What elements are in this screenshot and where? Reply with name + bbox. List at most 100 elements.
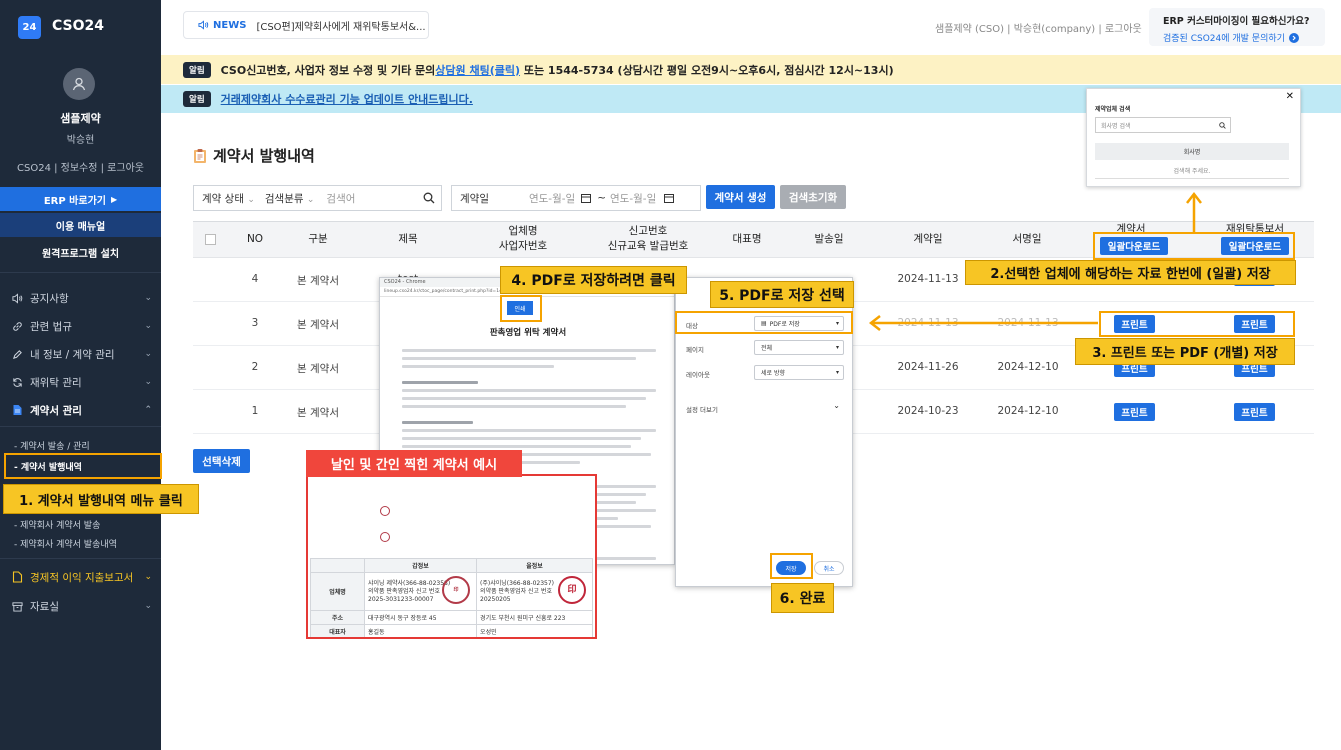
row-contract-date: 2024-11-26 bbox=[897, 361, 959, 373]
erp-promo[interactable]: ERP 커스터마이징이 필요하신가요? 검증된 CSO24에 개발 문의하기 bbox=[1149, 8, 1325, 46]
row-contract-date: 2024-10-23 bbox=[897, 405, 959, 417]
doc-text-line bbox=[402, 445, 631, 448]
popup-empty: 검색해 주세요. bbox=[1095, 166, 1289, 179]
highlight-save-box bbox=[770, 553, 813, 579]
chevron-down-icon[interactable]: ⌄ bbox=[833, 401, 840, 410]
layout-value: 세로 방향 bbox=[761, 370, 785, 377]
status-select-label: 계약 상태 bbox=[202, 192, 244, 205]
submenu-pharma-history[interactable]: - 제약회사 계약서 발송내역 bbox=[14, 537, 117, 550]
doc-text-line bbox=[402, 437, 641, 440]
erp-shortcut-button[interactable]: ERP 바로가기 ▶ bbox=[0, 187, 161, 211]
date-to-input[interactable]: 연도-월-일 bbox=[610, 191, 656, 206]
highlight-print-box bbox=[1099, 311, 1295, 337]
row-type: 본 계약서 bbox=[297, 363, 339, 375]
clipboard-icon bbox=[193, 148, 207, 164]
signed-contract-example: 갑정보 을정보 업체명 샤이닝 제약사(366-88-02358) 의약품 판촉영업… bbox=[306, 474, 597, 639]
logo-text[interactable]: CSO24 bbox=[52, 18, 104, 34]
sidebar-links[interactable]: CSO24 | 정보수정 | 로그아웃 bbox=[0, 159, 161, 174]
seal-stamp bbox=[380, 506, 390, 516]
reset-search-button[interactable]: 검색초기화 bbox=[780, 185, 846, 209]
print-contract-button[interactable]: 프린트 bbox=[1114, 403, 1155, 421]
user-name: 박승현 bbox=[66, 135, 95, 146]
arrow-circle-icon bbox=[1288, 32, 1299, 43]
category-select[interactable]: 검색분류 ⌄ bbox=[265, 191, 315, 206]
manual-button[interactable]: 이용 매뉴얼 bbox=[0, 213, 161, 237]
layout-select[interactable]: 세로 방향 ▾ bbox=[754, 365, 844, 380]
menu-reconsign[interactable]: 재위탁 관리 ⌄ bbox=[10, 372, 152, 392]
col-company: 업체명 사업자번호 bbox=[493, 224, 553, 254]
arrow-left-icon bbox=[868, 315, 1098, 331]
notice-tag: 알림 bbox=[183, 61, 211, 78]
notice-banner: 알림 CSO신고번호, 사업자 정보 수정 및 기타 문의 상담원 채팅(클릭)… bbox=[161, 55, 1341, 84]
col-company-1: 업체명 bbox=[508, 225, 538, 237]
more-settings[interactable]: 설정 더보기 bbox=[686, 404, 718, 414]
col-title: 제목 bbox=[398, 233, 418, 245]
callout-5: 5. PDF로 저장 선택 bbox=[710, 281, 854, 308]
print-reconsign-button[interactable]: 프린트 bbox=[1234, 403, 1275, 421]
chat-link[interactable]: 상담원 채팅(클릭) bbox=[435, 62, 520, 78]
menu-label: 관련 법규 bbox=[30, 320, 72, 333]
menu-my-info[interactable]: 내 정보 / 계약 관리 ⌄ bbox=[10, 344, 152, 364]
divider bbox=[0, 426, 161, 427]
search-icon[interactable] bbox=[1219, 121, 1226, 129]
menu-contract[interactable]: 계약서 관리 ⌃ bbox=[10, 400, 152, 420]
submenu-pharma-send[interactable]: - 제약회사 계약서 발송 bbox=[14, 518, 100, 531]
menu-notice[interactable]: 공지사항 ⌄ bbox=[10, 288, 152, 308]
menu-law[interactable]: 관련 법규 ⌄ bbox=[10, 316, 152, 336]
search-icon[interactable] bbox=[423, 192, 435, 204]
row-no: 1 bbox=[251, 405, 259, 417]
doc-text-line bbox=[402, 389, 656, 392]
highlight-menu-box bbox=[4, 453, 162, 479]
calendar-icon[interactable] bbox=[664, 193, 675, 203]
delete-selected-button[interactable]: 선택삭제 bbox=[193, 449, 250, 473]
calendar-icon[interactable] bbox=[581, 193, 592, 203]
caret-down-icon: ▾ bbox=[835, 344, 839, 351]
refresh-icon bbox=[10, 377, 24, 388]
seal-stamp: 印 bbox=[442, 576, 471, 604]
col-type: 구분 bbox=[308, 233, 328, 245]
row-sign-date: 2024-12-10 bbox=[997, 361, 1059, 373]
callout-4: 4. PDF로 저장하려면 클릭 bbox=[500, 266, 687, 294]
doc-text-line bbox=[402, 365, 555, 368]
chevron-down-icon: ⌄ bbox=[247, 194, 255, 205]
create-contract-button[interactable]: 계약서 생성 bbox=[706, 185, 775, 209]
close-icon[interactable]: ✕ bbox=[1286, 91, 1294, 102]
party-table: 갑정보 을정보 업체명 샤이닝 제약사(366-88-02358) 의약품 판촉영업… bbox=[310, 558, 593, 637]
search-input[interactable]: 검색어 bbox=[326, 191, 355, 206]
row-sign-date: 2024-12-10 bbox=[997, 405, 1059, 417]
highlight-print-btn bbox=[500, 295, 542, 322]
news-text: [CSO편]제약회사에게 재위탁통보서&... bbox=[256, 21, 426, 33]
menu-archive[interactable]: 자료실 ⌄ bbox=[10, 596, 152, 616]
chevron-up-icon: ⌃ bbox=[144, 405, 152, 415]
row-label: 주소 bbox=[310, 610, 365, 625]
popup-placeholder: 회사명 검색 bbox=[1101, 122, 1131, 130]
top-links[interactable]: 샘플제약 (CSO) | 박승현(company) | 로그아웃 bbox=[935, 20, 1142, 35]
update-link[interactable]: 거래제약회사 수수료관리 기능 업데이트 안내드립니다. bbox=[221, 91, 473, 107]
date-from-input[interactable]: 연도-월-일 bbox=[529, 191, 575, 206]
pages-select[interactable]: 전체 ▾ bbox=[754, 340, 844, 355]
cancel-button[interactable]: 취소 bbox=[814, 561, 844, 575]
chevron-down-icon: ⌄ bbox=[144, 601, 152, 611]
doc-title: 판촉영업 위탁 계약서 bbox=[489, 328, 567, 338]
submenu-send[interactable]: - 계약서 발송 / 관리 bbox=[14, 439, 90, 452]
filter-group: 계약 상태 ⌄ 검색분류 ⌄ 검색어 bbox=[193, 185, 442, 211]
notice-tag: 알림 bbox=[183, 91, 211, 107]
col-report-2: 신규교육 발급번호 bbox=[607, 240, 689, 252]
status-select[interactable]: 계약 상태 ⌄ bbox=[202, 191, 255, 206]
page-title-text: 계약서 발행내역 bbox=[213, 147, 315, 165]
menu-label: 재위탁 관리 bbox=[30, 376, 82, 389]
divider bbox=[0, 558, 161, 559]
col-report-1: 신고번호 bbox=[628, 225, 668, 237]
pencil-icon bbox=[10, 349, 24, 360]
company-search-input[interactable]: 회사명 검색 bbox=[1095, 117, 1231, 133]
logo-badge[interactable]: 24 bbox=[18, 16, 41, 39]
caret-right-icon: ▶ bbox=[111, 194, 118, 204]
chevron-down-icon: ⌄ bbox=[144, 321, 152, 331]
menu-report[interactable]: 경제적 이익 지출보고서 ⌄ bbox=[10, 567, 152, 587]
document-icon bbox=[10, 404, 24, 416]
select-all-checkbox[interactable] bbox=[205, 234, 216, 245]
layout-label: 레이아웃 bbox=[686, 371, 710, 379]
erp-promo-link[interactable]: 검증된 CSO24에 개발 문의하기 bbox=[1163, 31, 1285, 44]
remote-button[interactable]: 원격프로그램 설치 bbox=[0, 240, 161, 264]
news-ticker[interactable]: NEWS [CSO편]제약회사에게 재위탁통보서&... bbox=[183, 11, 429, 39]
